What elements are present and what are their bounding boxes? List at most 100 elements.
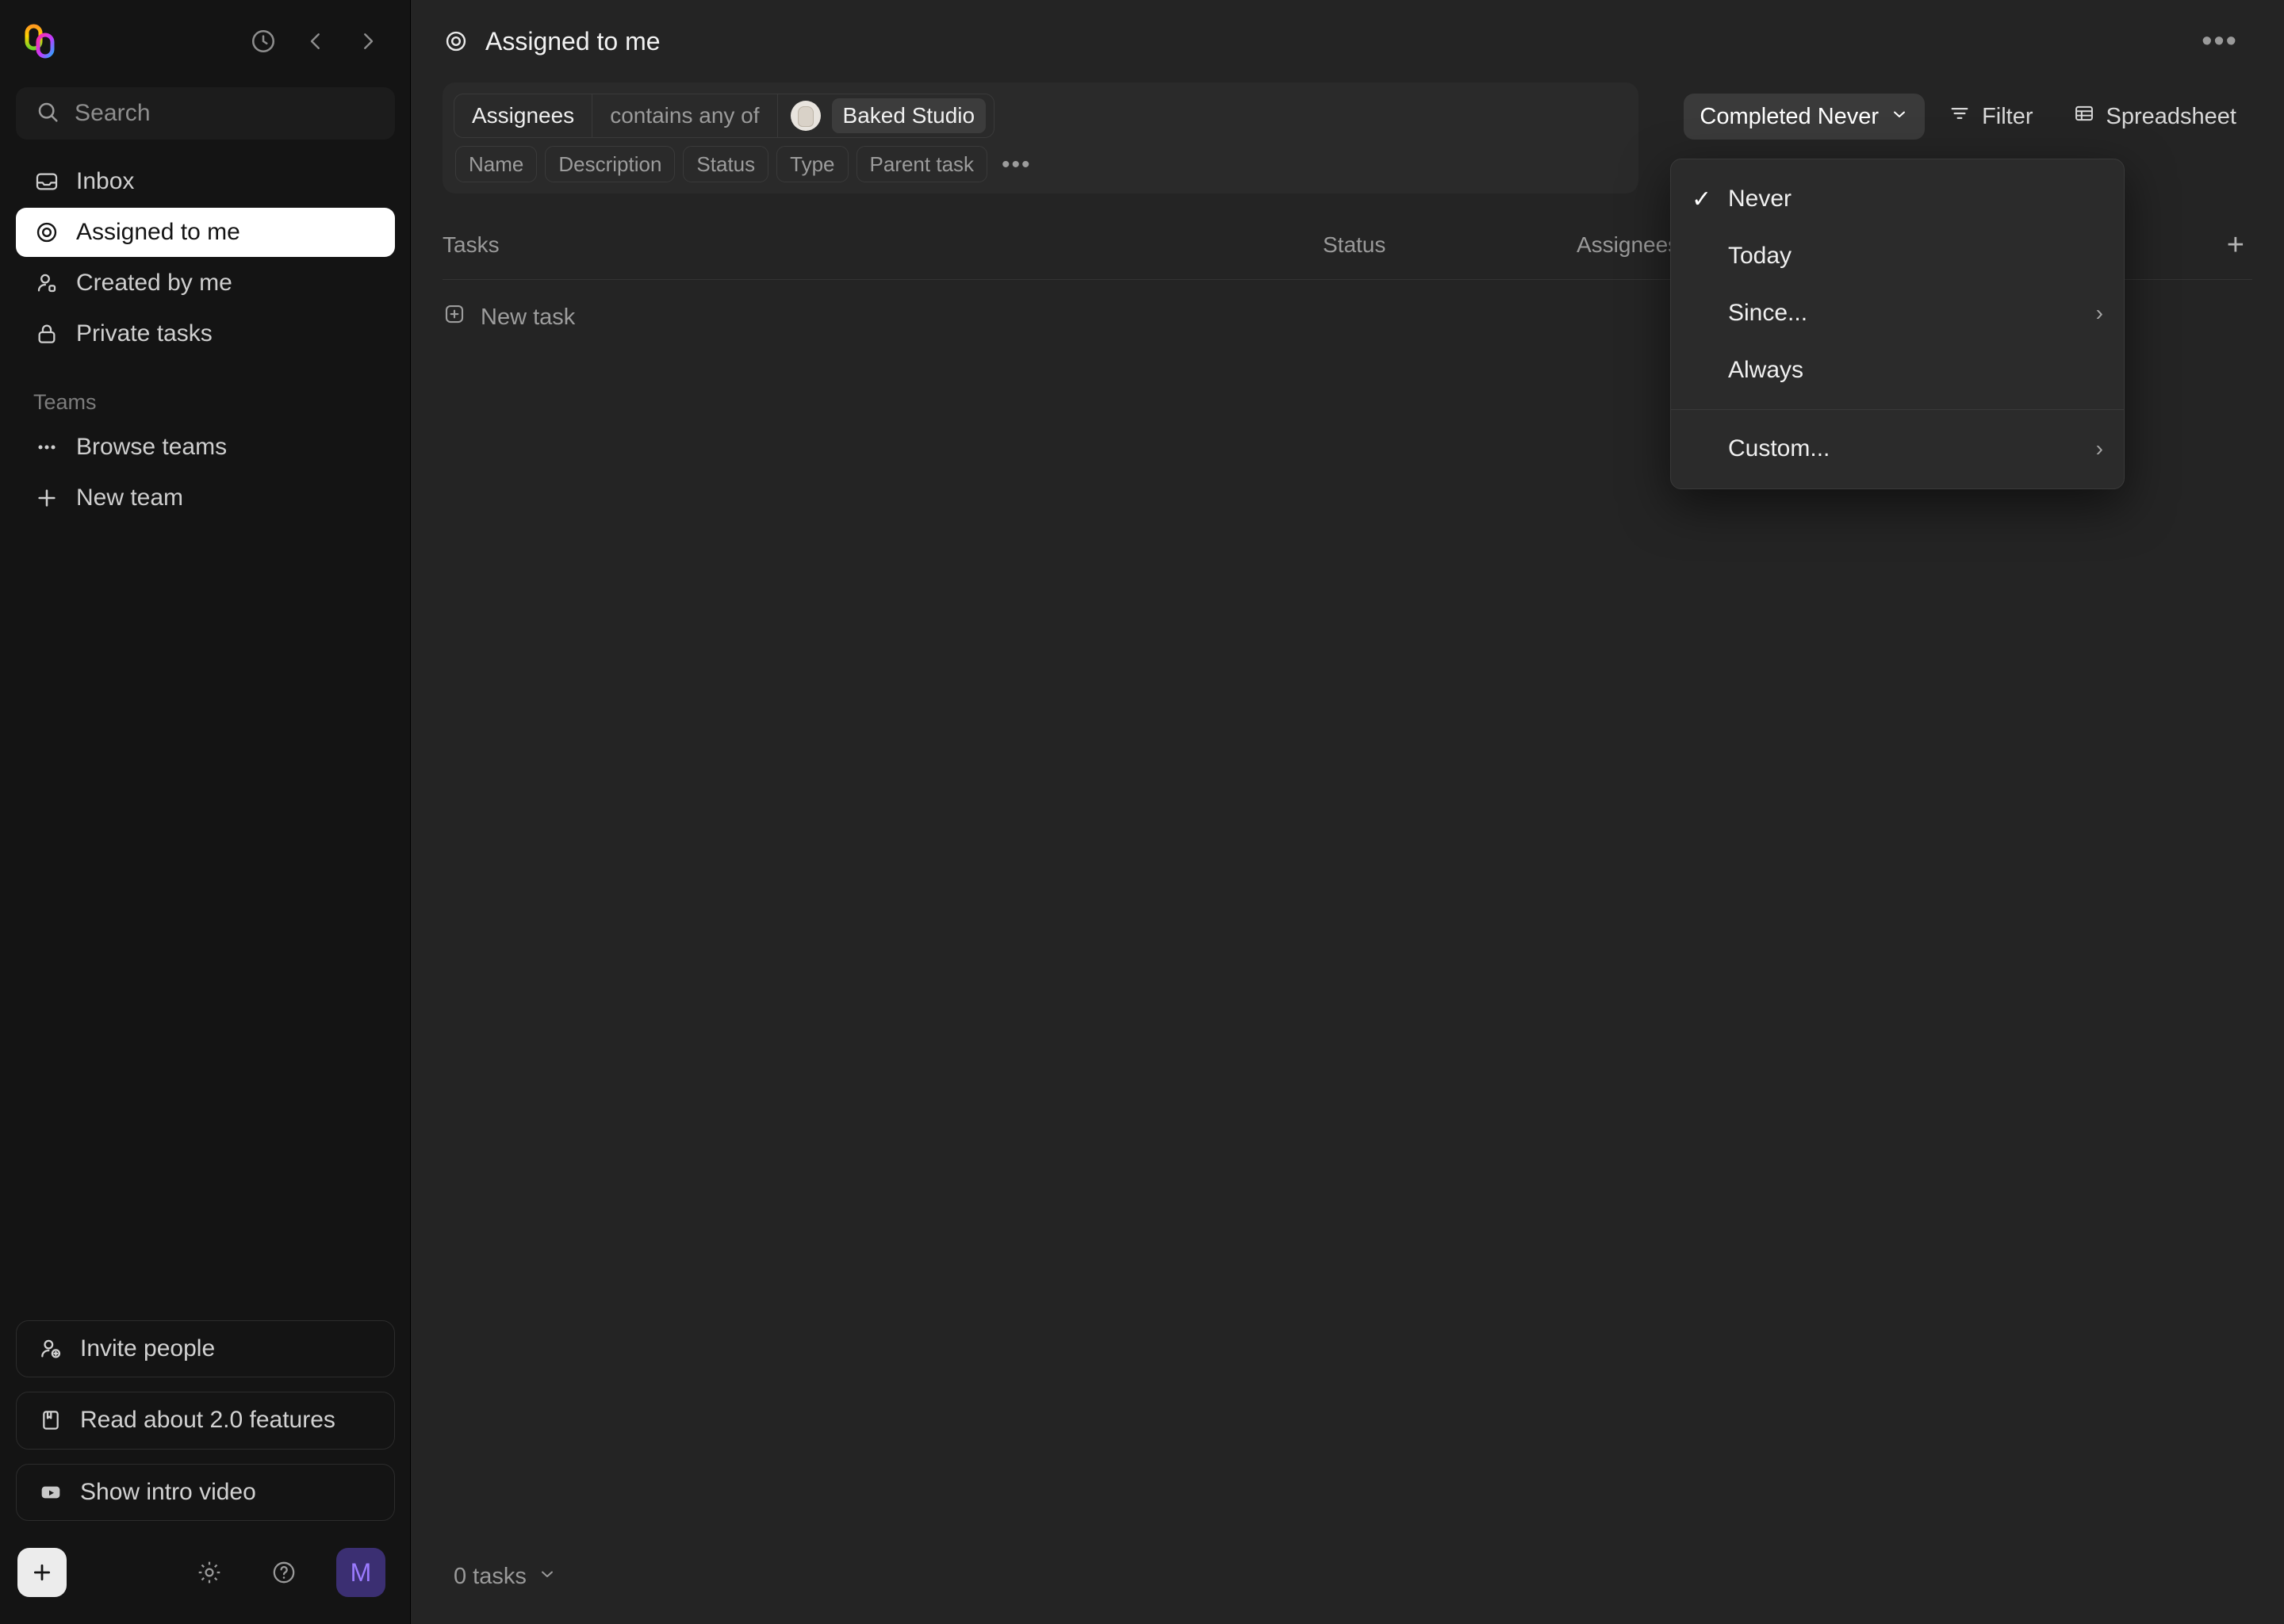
page-title-text: Assigned to me [485,26,661,56]
check-icon: ✓ [1692,186,1712,213]
view-toolbar: Completed Never Filter Spreadsheet [1684,94,2252,140]
chevron-right-icon: › [2095,301,2103,325]
video-play-icon [37,1479,64,1506]
chevron-down-icon [538,1564,557,1590]
page-title: Assigned to me [443,27,661,56]
task-count-button[interactable]: 0 tasks [443,1557,568,1596]
target-icon [33,219,60,246]
sidebar-cards: Invite people Read about 2.0 features Sh… [0,1320,411,1521]
filter-button[interactable]: Filter [1933,94,2048,140]
search-container: Search [0,82,411,140]
sidebar-item-browse-teams[interactable]: Browse teams [16,423,395,472]
completed-filter-label: Completed Never [1700,103,1880,129]
chevron-left-icon[interactable] [293,19,338,63]
target-icon [443,28,469,55]
add-column-button[interactable]: + [2222,230,2249,259]
teams-nav: Browse teams New team [0,423,411,523]
app-root: Search Inbox Assigned to me Created by m… [0,0,2284,1624]
clock-icon[interactable] [241,19,286,63]
completed-filter-button[interactable]: Completed Never [1684,94,1926,140]
sidebar-footer: M [0,1521,411,1624]
menu-item-label: Never [1728,186,1792,212]
menu-item-never[interactable]: ✓ Never [1671,170,2124,228]
lock-icon [33,320,60,347]
question-circle-icon[interactable] [262,1550,306,1595]
chip-name[interactable]: Name [455,146,538,182]
chevron-right-icon: › [2095,436,2103,461]
filter-row: Assignees contains any of Baked Studio [454,94,1627,138]
show-intro-video-button[interactable]: Show intro video [16,1463,395,1521]
menu-item-since[interactable]: Since... › [1671,285,2124,342]
menu-item-custom[interactable]: Custom... › [1671,420,2124,477]
main-header: Assigned to me ••• [411,0,2284,82]
book-icon [37,1407,64,1434]
spreadsheet-button-label: Spreadsheet [2106,103,2236,129]
chip-status[interactable]: Status [683,146,769,182]
completed-filter-menu: ✓ Never Today Since... › Always Custom..… [1670,159,2125,489]
search-icon [35,99,60,128]
filter-panel: Assignees contains any of Baked Studio N… [443,82,1638,193]
plus-icon [33,485,60,511]
chip-parent-task[interactable]: Parent task [856,146,988,182]
sidebar-footer-actions: M [187,1548,385,1597]
sidebar-item-label: Assigned to me [76,219,240,245]
sidebar-item-assigned-to-me[interactable]: Assigned to me [16,208,395,257]
menu-item-label: Today [1728,243,1792,269]
filter-field[interactable]: Assignees [454,94,592,137]
invite-people-button[interactable]: Invite people [16,1320,395,1378]
gear-icon[interactable] [187,1550,232,1595]
sidebar-item-new-team[interactable]: New team [16,473,395,523]
new-task-label: New task [481,304,576,330]
avatar[interactable]: M [336,1548,385,1597]
menu-item-label: Always [1728,357,1804,383]
read-about-features-label: Read about 2.0 features [80,1407,335,1434]
plus-square-icon [443,302,466,332]
chevron-right-icon[interactable] [346,19,390,63]
chip-description[interactable]: Description [545,146,676,182]
create-new-button[interactable] [17,1548,67,1597]
column-chips-row: Name Description Status Type Parent task… [454,146,1627,182]
filter-value[interactable]: Baked Studio [778,94,994,137]
read-about-features-button[interactable]: Read about 2.0 features [16,1392,395,1450]
filter-operator[interactable]: contains any of [592,94,778,137]
menu-item-today[interactable]: Today [1671,228,2124,285]
search-input[interactable]: Search [16,87,395,140]
sidebar-nav: Inbox Assigned to me Created by me Priva… [0,140,411,358]
table-icon [2073,102,2095,131]
chips-more-button[interactable]: ••• [995,152,1038,176]
assignees-filter-pill[interactable]: Assignees contains any of Baked Studio [454,94,995,138]
sidebar-item-label: Created by me [76,270,232,296]
sidebar-item-private-tasks[interactable]: Private tasks [16,309,395,358]
sidebar-item-created-by-me[interactable]: Created by me [16,259,395,308]
column-header-status[interactable]: Status [1323,232,1577,258]
column-header-tasks[interactable]: Tasks [443,232,1323,258]
show-intro-video-label: Show intro video [80,1478,256,1505]
sidebar-item-label: Browse teams [76,434,228,460]
menu-item-label: Custom... [1728,435,1830,462]
teams-section-label: Teams [33,390,97,414]
inbox-icon [33,168,60,195]
view-options-button[interactable]: ••• [2190,26,2249,56]
menu-item-label: Since... [1728,300,1808,326]
sidebar: Search Inbox Assigned to me Created by m… [0,0,411,1624]
spreadsheet-button[interactable]: Spreadsheet [2057,94,2252,140]
sidebar-nav-actions [241,19,390,63]
sidebar-item-label: New team [76,485,184,511]
chevron-down-icon [1890,104,1909,130]
filter-value-label: Baked Studio [831,98,987,133]
filter-icon [1949,102,1971,131]
filter-button-label: Filter [1982,103,2033,129]
height-logo-icon[interactable] [21,21,62,62]
menu-item-always[interactable]: Always [1671,342,2124,399]
baked-studio-avatar [790,101,821,131]
ellipsis-icon [33,434,60,461]
chip-type[interactable]: Type [776,146,849,182]
user-plus-icon [37,1335,64,1362]
sidebar-item-label: Private tasks [76,320,213,347]
sidebar-header [0,0,411,82]
task-count-label: 0 tasks [454,1563,527,1589]
sidebar-item-inbox[interactable]: Inbox [16,157,395,206]
main-footer: 0 tasks [411,1529,2284,1624]
user-icon [33,270,60,297]
